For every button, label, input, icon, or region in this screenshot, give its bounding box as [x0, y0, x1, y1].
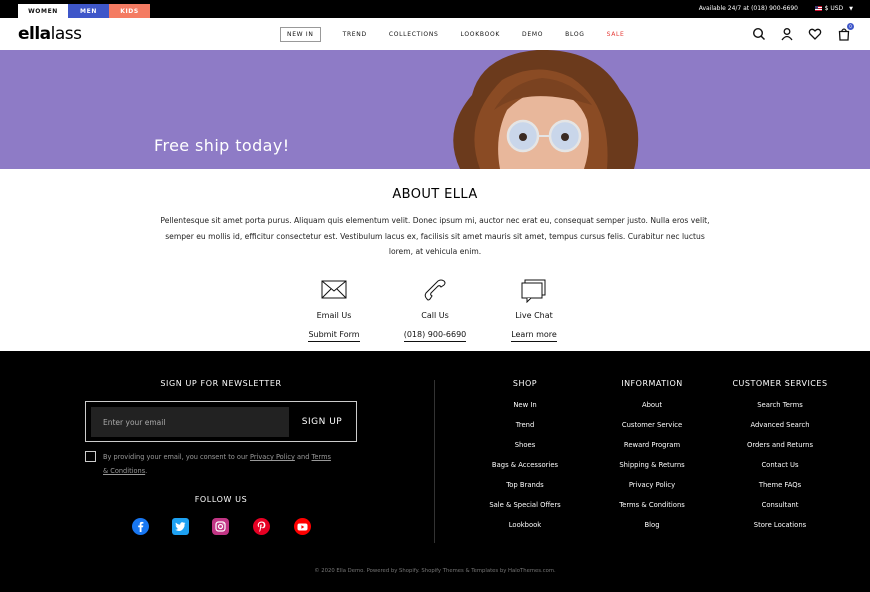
search-icon[interactable]: [752, 26, 766, 41]
footer-link-reward-program[interactable]: Reward Program: [597, 435, 707, 455]
consent-text-before: By providing your email, you consent to …: [103, 453, 250, 461]
live-chat-label: Live Chat: [515, 311, 553, 320]
footer-link-lookbook[interactable]: Lookbook: [470, 515, 580, 535]
footer-col-title: CUSTOMER SERVICES: [732, 379, 828, 388]
footer-col-customer-services: CUSTOMER SERVICES Search Terms Advanced …: [724, 379, 836, 535]
nav-lookbook[interactable]: LOOKBOOK: [461, 31, 501, 38]
envelope-icon: [321, 280, 347, 299]
footer-link-trend[interactable]: Trend: [470, 415, 580, 435]
tab-men[interactable]: MEN: [68, 4, 109, 18]
logo-light: lass: [50, 24, 82, 44]
tab-women[interactable]: WOMEN: [18, 4, 68, 18]
nav-collections[interactable]: COLLECTIONS: [389, 31, 439, 38]
footer-link-terms[interactable]: Terms & Conditions: [597, 495, 707, 515]
footer-link-privacy-policy[interactable]: Privacy Policy: [597, 475, 707, 495]
chat-icon: [521, 279, 546, 303]
footer-link-orders-returns[interactable]: Orders and Returns: [724, 435, 836, 455]
call-us-label: Call Us: [421, 311, 449, 320]
consent-text-mid: and: [294, 453, 312, 461]
us-flag-icon: [814, 6, 822, 11]
copyright-text: © 2020 Ella Demo. Powered by Shopify. Sh…: [314, 568, 556, 574]
pinterest-icon[interactable]: [253, 518, 270, 535]
about-text: Pellentesque sit amet porta purus. Aliqu…: [160, 216, 710, 256]
footer-link-shoes[interactable]: Shoes: [470, 435, 580, 455]
phone-link[interactable]: (018) 900-6690: [403, 329, 467, 342]
youtube-icon[interactable]: [294, 518, 311, 535]
footer-link-bags[interactable]: Bags & Accessories: [470, 455, 580, 475]
consent-block: By providing your email, you consent to …: [85, 451, 335, 478]
chevron-down-icon: ▼: [849, 5, 853, 12]
availability-text: Available 24/7 at (018) 900-6690: [698, 5, 798, 12]
cart-count-badge: 0: [847, 23, 854, 30]
footer-link-theme-faqs[interactable]: Theme FAQs: [724, 475, 836, 495]
consent-text: By providing your email, you consent to …: [103, 451, 335, 478]
nav-new-in[interactable]: NEW IN: [280, 27, 321, 42]
cart-icon[interactable]: 0: [837, 23, 854, 41]
footer-link-advanced-search[interactable]: Advanced Search: [724, 415, 836, 435]
footer-link-new-in[interactable]: New In: [470, 395, 580, 415]
newsletter-form: SIGN UP: [85, 401, 357, 442]
footer-col-title: INFORMATION: [621, 379, 683, 388]
footer-link-customer-service[interactable]: Customer Service: [597, 415, 707, 435]
follow-us-title: FOLLOW US: [194, 495, 248, 504]
site-header: ellalass NEW IN TREND COLLECTIONS LOOKBO…: [0, 18, 870, 50]
nav-blog[interactable]: BLOG: [565, 31, 584, 38]
phone-icon: [424, 279, 446, 301]
hero-text: Free ship today!: [154, 136, 290, 155]
footer-link-blog[interactable]: Blog: [597, 515, 707, 535]
main-nav: NEW IN TREND COLLECTIONS LOOKBOOK DEMO B…: [280, 27, 647, 42]
footer-col-information: INFORMATION About Customer Service Rewar…: [597, 379, 707, 535]
top-bar: WOMEN MEN KIDS Available 24/7 at (018) 9…: [0, 0, 870, 18]
footer-link-about[interactable]: About: [597, 395, 707, 415]
instagram-icon[interactable]: [212, 518, 229, 535]
footer-link-shipping-returns[interactable]: Shipping & Returns: [597, 455, 707, 475]
sign-up-button[interactable]: SIGN UP: [291, 407, 353, 437]
footer-col-title: SHOP: [512, 379, 538, 388]
hero-banner[interactable]: Free ship today!: [0, 50, 870, 169]
about-title: ABOUT ELLA: [392, 187, 478, 202]
footer-link-sale-offers[interactable]: Sale & Special Offers: [470, 495, 580, 515]
consent-text-after: .: [145, 466, 148, 475]
contact-email: Email Us Submit Form: [284, 277, 384, 342]
facebook-icon[interactable]: [132, 518, 149, 535]
email-us-label: Email Us: [316, 311, 352, 320]
consent-checkbox[interactable]: [85, 451, 96, 462]
submit-form-link[interactable]: Submit Form: [308, 329, 360, 342]
nav-sale[interactable]: SALE: [607, 31, 625, 38]
footer-divider: [434, 380, 435, 543]
tab-kids[interactable]: KIDS: [109, 4, 150, 18]
currency-selector[interactable]: $ USD ▼: [814, 5, 853, 12]
twitter-icon[interactable]: [172, 518, 189, 535]
footer-link-search-terms[interactable]: Search Terms: [724, 395, 836, 415]
contact-call: Call Us (018) 900-6690: [385, 277, 485, 342]
newsletter-title: SIGN UP FOR NEWSLETTER: [160, 379, 282, 388]
nav-demo[interactable]: DEMO: [522, 31, 543, 38]
account-icon[interactable]: [780, 26, 794, 41]
privacy-policy-link[interactable]: Privacy Policy: [250, 453, 295, 461]
wishlist-heart-icon[interactable]: [808, 26, 822, 40]
footer-link-top-brands[interactable]: Top Brands: [470, 475, 580, 495]
learn-more-link[interactable]: Learn more: [511, 329, 557, 342]
site-footer: SIGN UP FOR NEWSLETTER SIGN UP By provid…: [0, 351, 870, 592]
contact-chat: Live Chat Learn more: [484, 277, 584, 342]
footer-link-store-locations[interactable]: Store Locations: [724, 515, 836, 535]
model-image: [453, 50, 639, 169]
nav-trend[interactable]: TREND: [343, 31, 367, 38]
logo[interactable]: ellalass: [18, 24, 82, 44]
footer-col-shop: SHOP New In Trend Shoes Bags & Accessori…: [470, 379, 580, 535]
currency-label: $ USD: [824, 5, 844, 12]
footer-link-contact-us[interactable]: Contact Us: [724, 455, 836, 475]
logo-bold: ella: [18, 24, 51, 44]
newsletter-email-input[interactable]: [91, 407, 289, 437]
footer-link-consultant[interactable]: Consultant: [724, 495, 836, 515]
